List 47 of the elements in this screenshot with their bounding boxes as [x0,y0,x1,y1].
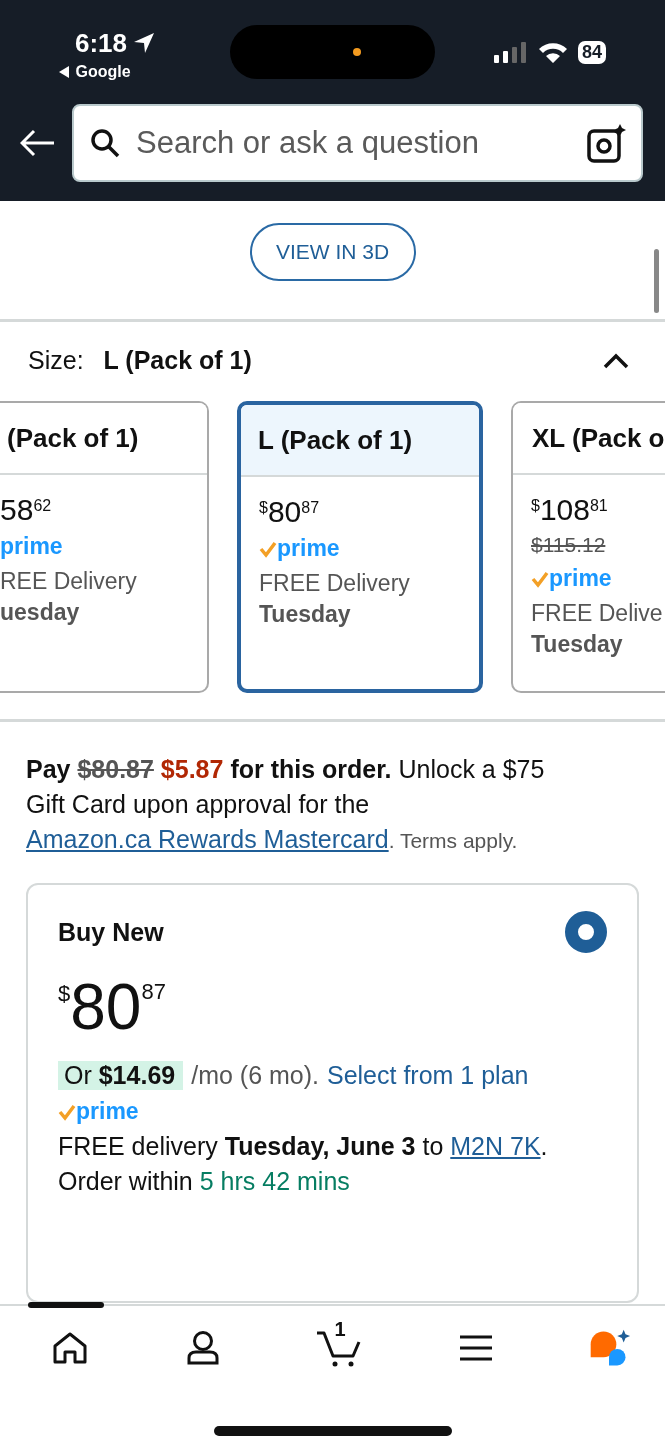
installment-term: /mo (6 mo). [191,1061,319,1090]
size-option-title: L (Pack of 1) [258,424,413,456]
check-icon [58,1102,76,1121]
back-to-app-link[interactable]: Google [75,62,131,81]
postal-code-link[interactable]: M2N 7K [450,1132,541,1160]
delivery-text: FREE Delivery [259,570,411,597]
radio-button[interactable] [565,911,607,953]
prime-logo: prime [58,1098,607,1125]
delivery-day: Tuesday [531,631,665,658]
chevron-up-icon[interactable] [603,352,629,369]
select-plan-link[interactable]: Select from 1 plan [327,1061,529,1090]
indicator-dot [353,48,361,56]
check-icon [531,569,549,588]
location-icon [133,32,155,54]
search-icon [90,128,120,158]
account-icon [186,1330,221,1366]
signal-icon [494,41,528,63]
view-in-3d-button[interactable]: VIEW IN 3D [249,223,416,281]
home-icon [52,1331,88,1365]
clock-time: 6:18 [74,27,127,59]
back-arrow-icon[interactable] [20,129,56,157]
prime-logo: prime [259,535,479,562]
installment-price: Or $14.69 [58,1061,184,1090]
size-option-title: XL (Pack o [532,422,665,454]
delivery-text: REE Delivery [0,568,138,595]
scroll-bar [654,249,659,313]
search-bar[interactable]: Search or ask a question [72,104,643,182]
cart-count: 1 [334,1318,346,1341]
size-label: Size: [28,346,84,374]
promo-text: Pay $80.87 $5.87 for this order. Unlock a $75 Gift Card upon approval for the Amazon.ca Rewards Mastercard. Terms apply. [26,754,546,855]
size-option-title: (Pack of 1) [7,422,139,454]
wifi-icon [538,41,568,63]
prime-logo: prime [531,565,665,592]
buy-new-title: Buy New [58,917,164,947]
check-icon [259,539,277,558]
camera-icon[interactable] [587,123,627,163]
back-triangle-icon [59,65,71,78]
list-price: $115.12 [531,533,607,557]
delivery-info: FREE delivery Tuesday, June 3 to M2N 7K. Order within 5 hrs 42 mins [58,1131,549,1197]
size-value: L (Pack of 1) [103,346,252,374]
delivery-text: FREE Delive [531,600,664,627]
prime-logo: prime [0,533,64,560]
battery-indicator: 84 [578,40,606,64]
card-offer-link[interactable]: Amazon.ca Rewards Mastercard [26,825,389,853]
delivery-day: Tuesday [259,601,479,628]
menu-icon [458,1334,493,1362]
delivery-day: uesday [0,599,207,626]
